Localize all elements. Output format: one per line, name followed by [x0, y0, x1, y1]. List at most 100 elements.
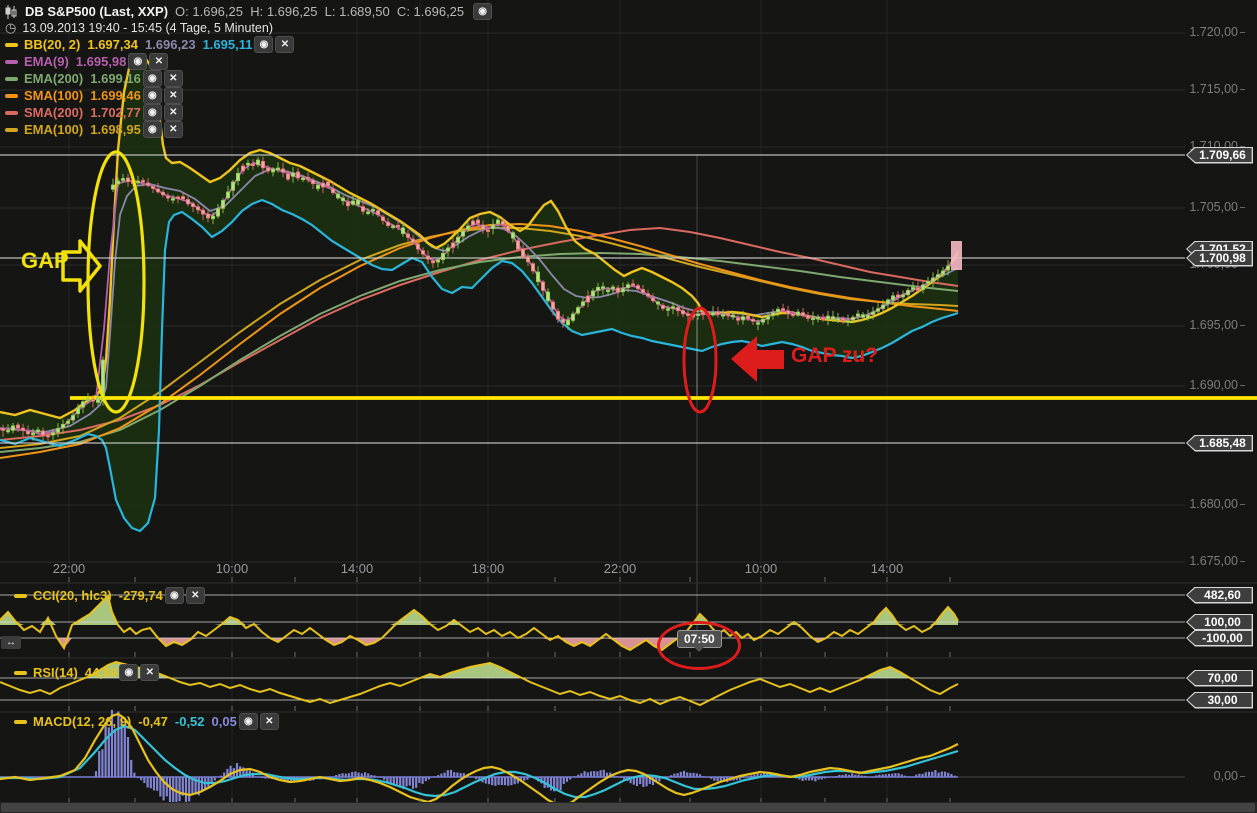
- price-axis-label: 1.680,00: [1185, 497, 1245, 511]
- legend-row-sma200[interactable]: SMA(200) 1.702,77 ◉ ✕: [5, 104, 294, 121]
- indicator-legend: BB(20, 2) 1.697,34 1.696,23 1.695,11 ◉ ✕ EMA(9…: [5, 36, 295, 138]
- legend-row-ema100[interactable]: EMA(100) 1.698,95 ◉ ✕: [5, 121, 294, 138]
- instrument-title: DB S&P500 (Last, XXP): [25, 4, 169, 19]
- indicator-close-button-ema9[interactable]: ✕: [149, 53, 169, 70]
- legend-label-bb: BB(20, 2): [24, 37, 81, 52]
- legend-rsi[interactable]: RSI(14) 44,69 ◉ ✕: [14, 664, 160, 681]
- indicator-settings-button-sma100[interactable]: ◉: [142, 87, 162, 104]
- axis-ticks: [68, 577, 951, 803]
- price-marker-badge[interactable]: 70,00: [1186, 669, 1253, 687]
- axis-tick: [1240, 561, 1245, 563]
- axis-tick: [1240, 385, 1245, 387]
- horizontal-scrollbar[interactable]: [0, 802, 1257, 813]
- price-axis-label: 1.705,00: [1185, 200, 1245, 214]
- price-marker-badge[interactable]: 100,00: [1186, 613, 1253, 631]
- price-marker-badge[interactable]: 1.700,98: [1186, 249, 1253, 267]
- indicator-settings-button-macd[interactable]: ◉: [238, 713, 258, 730]
- legend-value-ema200-0: 1.699,16: [90, 71, 141, 86]
- legend-swatch-rsi: [14, 670, 27, 675]
- legend-row-ema200[interactable]: EMA(200) 1.699,16 ◉ ✕: [5, 70, 294, 87]
- chart-settings-button[interactable]: ◉: [473, 3, 493, 20]
- legend-value-macd-0: -0,47: [138, 714, 168, 729]
- indicator-settings-button-sma200[interactable]: ◉: [142, 104, 162, 121]
- time-axis-label: 22:00: [603, 561, 637, 576]
- pane-scroll-handle[interactable]: ↔: [1, 636, 21, 649]
- price-marker-badge[interactable]: 30,00: [1186, 691, 1253, 709]
- legend-row-sma100[interactable]: SMA(100) 1.699,46 ◉ ✕: [5, 87, 294, 104]
- legend-label-ema9: EMA(9): [24, 54, 69, 69]
- indicator-settings-button-cci[interactable]: ◉: [164, 587, 184, 604]
- clock-icon: ◷: [5, 20, 17, 35]
- time-axis-label: 10:00: [744, 561, 778, 576]
- legend-value-sma200-0: 1.702,77: [90, 105, 141, 120]
- badge-value: 1.685,48: [1199, 435, 1246, 450]
- axis-tick: [1240, 89, 1245, 91]
- legend-label-ema200: EMA(200): [24, 71, 84, 86]
- legend-value-ema100-0: 1.698,95: [90, 122, 141, 137]
- time-axis-label: 14:00: [870, 561, 904, 576]
- indicator-close-button-sma200[interactable]: ✕: [163, 104, 183, 121]
- axis-tick: [1240, 325, 1245, 327]
- axis-tick: [1240, 32, 1245, 34]
- trading-chart-window: DB S&P500 (Last, XXP) O: 1.696,25 H: 1.6…: [0, 0, 1257, 813]
- indicator-settings-button-rsi[interactable]: ◉: [119, 664, 139, 681]
- legend-swatch-sma200: [5, 110, 18, 115]
- indicator-close-button-macd[interactable]: ✕: [259, 713, 279, 730]
- indicator-close-button-cci[interactable]: ✕: [185, 587, 205, 604]
- legend-row-ema9[interactable]: EMA(9) 1.695,98 ◉ ✕: [5, 53, 294, 70]
- legend-value-sma100-0: 1.699,46: [90, 88, 141, 103]
- price-marker-badge[interactable]: 1.685,48: [1186, 434, 1253, 452]
- indicator-close-button-ema200[interactable]: ✕: [163, 70, 183, 87]
- axis-tick: [1240, 504, 1245, 506]
- time-axis-label: 10:00: [215, 561, 249, 576]
- annotation-gap-zu-label[interactable]: GAP zu?: [791, 344, 878, 368]
- legend-value-bb-2: 1.695,11: [202, 37, 253, 52]
- annotation-gap-label[interactable]: GAP: [21, 248, 69, 274]
- legend-row-bb[interactable]: BB(20, 2) 1.697,34 1.696,23 1.695,11 ◉ ✕: [5, 36, 295, 53]
- candlestick-icon: [5, 4, 18, 19]
- legend-label-cci: CCI(20, hlc3): [33, 588, 112, 603]
- axis-label-text: 0,00: [1213, 769, 1238, 783]
- price-axis-label: 1.690,00: [1185, 378, 1245, 392]
- time-axis-label: 14:00: [340, 561, 374, 576]
- legend-swatch-ema100: [5, 127, 18, 132]
- legend-label-sma100: SMA(100): [24, 88, 84, 103]
- axis-label-text: 1.695,00: [1189, 318, 1238, 332]
- legend-value-macd-1: -0,52: [174, 714, 205, 729]
- legend-swatch-ema200: [5, 76, 18, 81]
- badge-value: 482,60: [1204, 587, 1241, 602]
- price-marker-badge[interactable]: 1.709,66: [1186, 146, 1253, 164]
- price-marker-badge[interactable]: -100,00: [1186, 629, 1253, 647]
- legend-swatch-macd: [14, 719, 27, 724]
- axis-label-text: 1.720,00: [1189, 25, 1238, 39]
- legend-swatch-sma100: [5, 93, 18, 98]
- indicator-close-button-ema100[interactable]: ✕: [163, 121, 183, 138]
- time-axis-label: 18:00: [471, 561, 505, 576]
- badge-value: 1.709,66: [1199, 147, 1246, 162]
- indicator-settings-button-bb[interactable]: ◉: [254, 36, 274, 53]
- timeframe-text: 13.09.2013 19:40 - 15:45 (4 Tage, 5 Minu…: [22, 21, 273, 35]
- legend-cci[interactable]: CCI(20, hlc3) -279,74 ◉ ✕: [14, 587, 205, 604]
- indicator-settings-button-ema200[interactable]: ◉: [142, 70, 162, 87]
- legend-label-macd: MACD(12, 26, 9): [33, 714, 132, 729]
- timeframe-row: ◷ 13.09.2013 19:40 - 15:45 (4 Tage, 5 Mi…: [5, 20, 273, 36]
- indicator-close-button-rsi[interactable]: ✕: [140, 664, 160, 681]
- price-axis-label: 0,00: [1185, 769, 1245, 783]
- ohlc-values: O: 1.696,25 H: 1.696,25 L: 1.689,50 C: 1…: [175, 4, 465, 19]
- badge-value: -100,00: [1202, 630, 1243, 645]
- indicator-close-button-sma100[interactable]: ✕: [163, 87, 183, 104]
- legend-value-cci-0: -279,74: [118, 588, 163, 603]
- price-marker-badge[interactable]: 482,60: [1186, 586, 1253, 604]
- last-candle-highlight: [951, 241, 962, 270]
- annotation-red-ellipse-tooltip[interactable]: [657, 621, 741, 670]
- indicator-close-button-bb[interactable]: ✕: [275, 36, 295, 53]
- indicator-settings-button-ema9[interactable]: ◉: [128, 53, 148, 70]
- axis-tick: [1240, 207, 1245, 209]
- indicator-settings-button-ema100[interactable]: ◉: [142, 121, 162, 138]
- legend-value-bb-0: 1.697,34: [87, 37, 138, 52]
- legend-macd[interactable]: MACD(12, 26, 9) -0,47 -0,52 0,05 ◉ ✕: [14, 713, 279, 730]
- legend-value-macd-2: 0,05: [211, 714, 237, 729]
- scrollbar-thumb[interactable]: [1, 803, 1255, 812]
- time-axis-label: 22:00: [52, 561, 86, 576]
- badge-value: 100,00: [1204, 614, 1241, 629]
